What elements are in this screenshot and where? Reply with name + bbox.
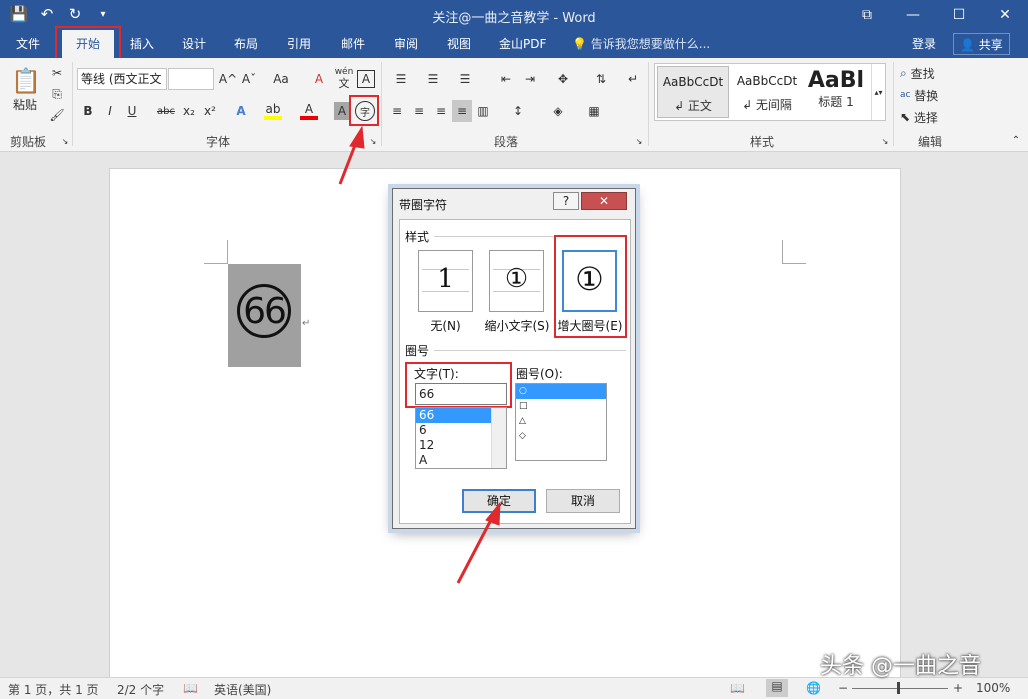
annotation-arrows xyxy=(338,125,501,584)
zoom-thumb[interactable] xyxy=(897,682,900,694)
page-count[interactable]: 第 1 页，共 1 页 xyxy=(8,681,99,698)
read-mode-icon[interactable]: 📖 xyxy=(730,681,745,695)
print-layout-icon[interactable]: ▤ xyxy=(766,679,788,697)
arrow-to-ok-button xyxy=(456,501,501,584)
zoom-level[interactable]: 100% xyxy=(976,681,1010,695)
zoom-slider[interactable] xyxy=(852,688,948,689)
proofing-icon[interactable]: 📖 xyxy=(183,681,198,695)
status-bar: 第 1 页，共 1 页 2/2 个字 📖 英语(美国) 📖 ▤ 🌐 − + 10… xyxy=(0,677,1028,699)
zoom-out-button[interactable]: − xyxy=(838,681,848,695)
arrow-to-enclose-button xyxy=(338,125,365,185)
word-count[interactable]: 2/2 个字 xyxy=(117,681,164,698)
zoom-in-button[interactable]: + xyxy=(953,681,963,695)
web-layout-icon[interactable]: 🌐 xyxy=(806,681,821,695)
watermark: 头条 @一曲之音 xyxy=(820,654,981,679)
language[interactable]: 英语(美国) xyxy=(214,681,271,698)
